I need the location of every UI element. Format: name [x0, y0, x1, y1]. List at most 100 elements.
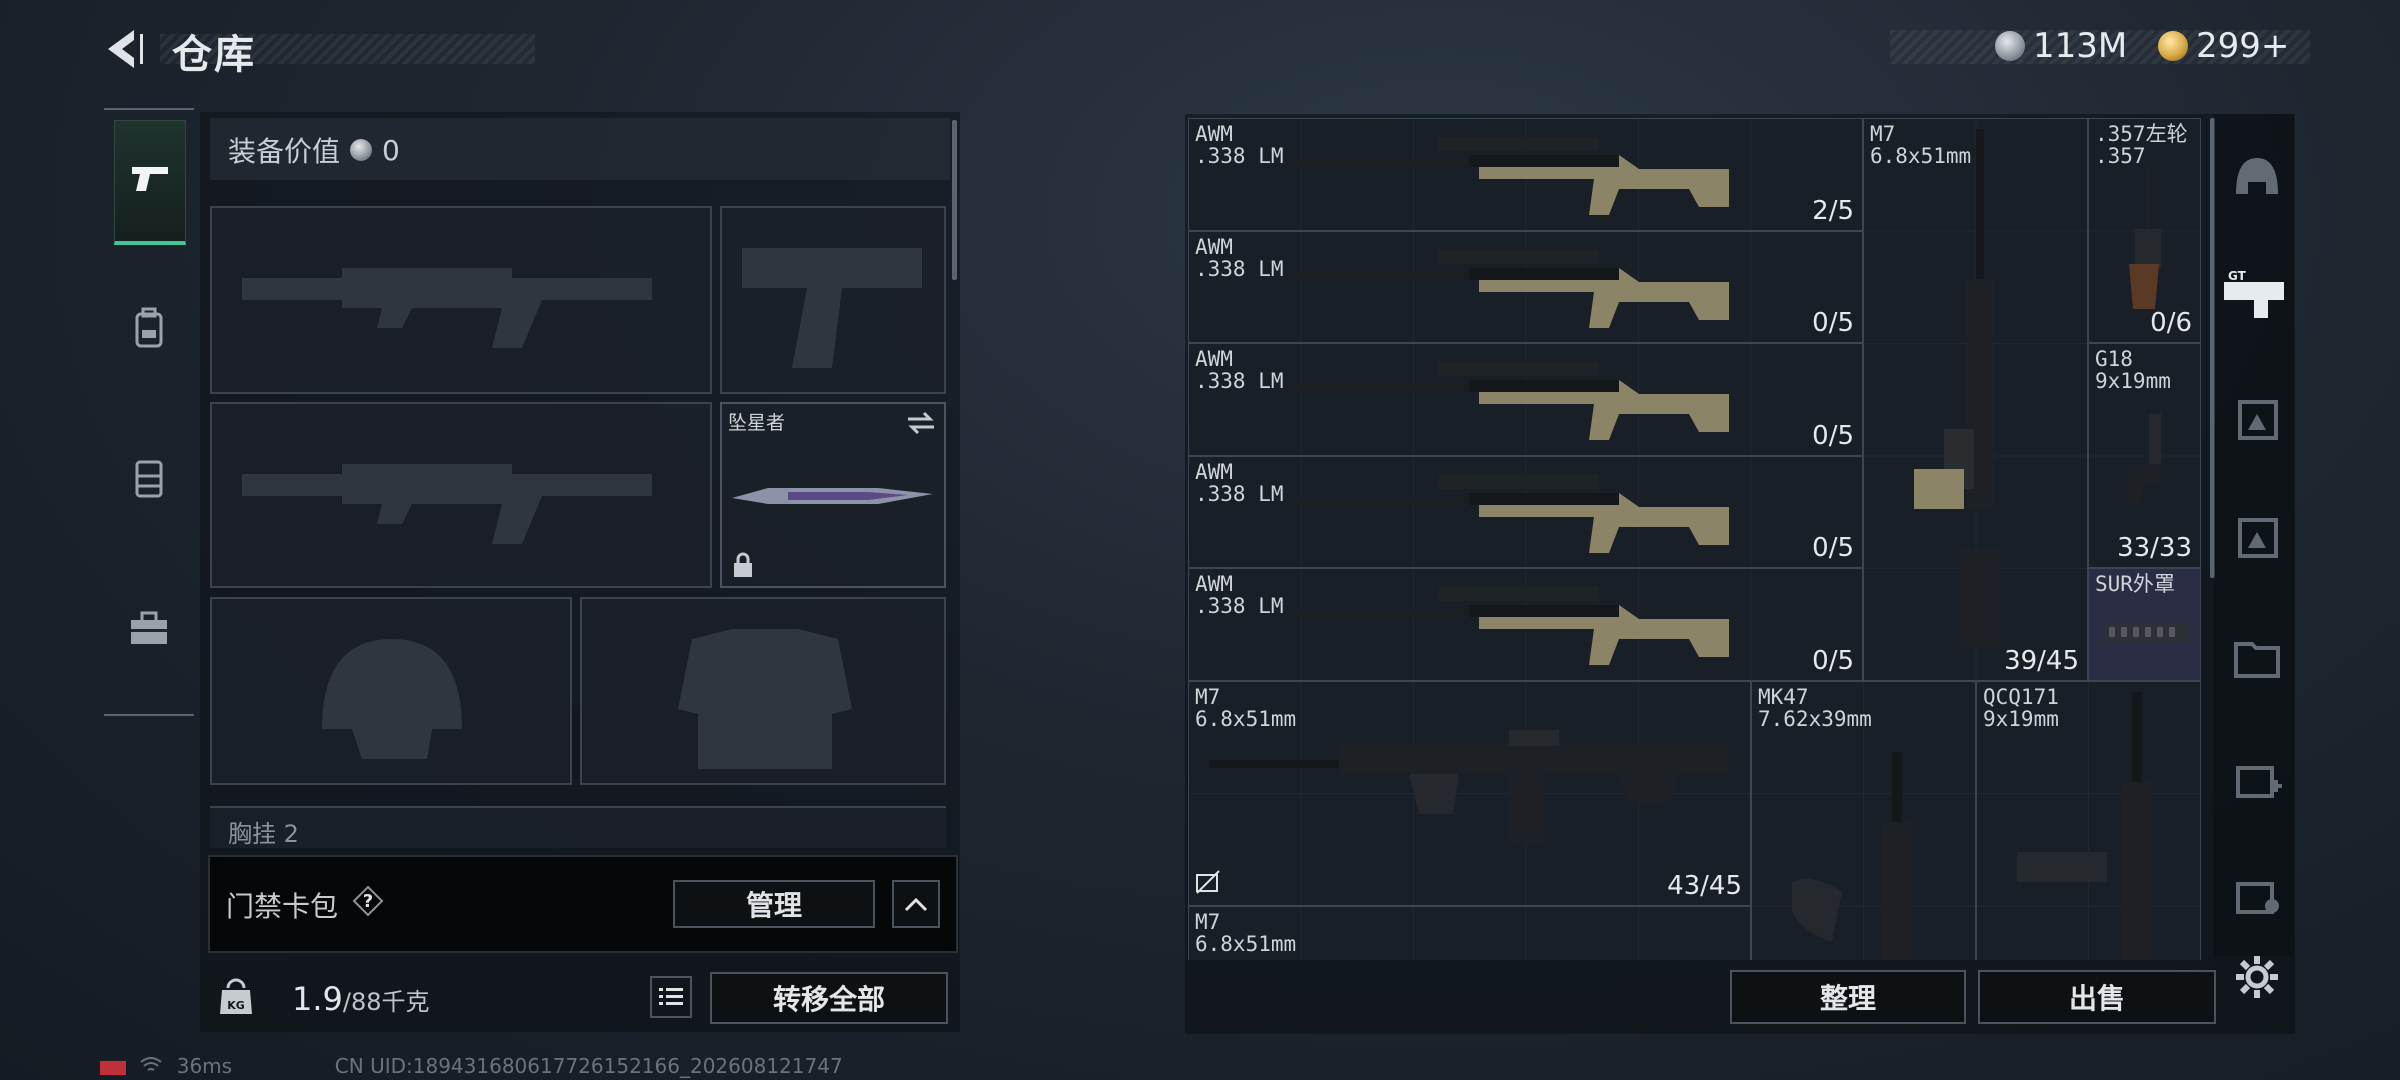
gold-coin-icon [2158, 31, 2188, 61]
item-ammo-count: 39/45 [2004, 646, 2079, 676]
silver-coin-icon [1995, 31, 2025, 61]
page-title: 仓库 [172, 32, 256, 78]
item-name: AWM .338 LM [1195, 572, 1284, 618]
carry-weight-value: 1.9 [292, 980, 343, 1018]
stash-item-awm[interactable]: AWM .338 LM 0/5 [1188, 568, 1863, 681]
rifle-silhouette-icon [242, 268, 652, 348]
collapse-button[interactable] [892, 880, 940, 928]
primary-weapon-slot[interactable] [210, 206, 712, 394]
stash-item-m7[interactable]: M7 6.8x51mm 39/45 [1863, 118, 2088, 681]
assault-rifle-icon [1209, 730, 1729, 844]
item-ammo-count: 43/45 [1667, 871, 1742, 901]
tab-toolbox[interactable] [114, 570, 184, 690]
keycard-label: 门禁卡包 [226, 890, 339, 923]
handguard-icon [2103, 623, 2189, 641]
sniper-rifle-icon [1289, 362, 1729, 440]
list-icon [659, 988, 683, 1005]
assault-rifle-icon [1914, 129, 1999, 649]
no-insure-icon [1195, 869, 1221, 899]
melee-slot[interactable]: 坠星者 [720, 402, 946, 588]
vest-icon [129, 456, 169, 504]
wifi-icon [140, 1054, 162, 1078]
pistol-silhouette-icon [742, 248, 922, 368]
item-name: G18 9x19mm [2095, 347, 2171, 393]
smg-icon [2017, 692, 2152, 960]
armor-slot[interactable] [580, 597, 946, 785]
stash-item-qcq171[interactable]: QCQ171 9x19mm [1976, 681, 2201, 960]
item-ammo-count: 0/5 [1812, 533, 1854, 563]
item-name: SUR外罩 [2095, 572, 2175, 596]
armor-filter-icon[interactable] [2230, 508, 2284, 562]
item-name: MK47 7.62x39mm [1758, 685, 1872, 731]
stash-item-g18[interactable]: G18 9x19mm 33/33 [2088, 343, 2201, 568]
currency-gold[interactable]: 299+ [2158, 26, 2289, 66]
sniper-rifle-icon [1289, 137, 1729, 215]
tab-backpack[interactable] [114, 270, 184, 390]
item-ammo-count: 2/5 [1812, 196, 1854, 226]
knife-icon [732, 488, 933, 504]
stash-item-handguard[interactable]: SUR外罩 [2088, 568, 2201, 681]
silver-coin-icon [350, 139, 373, 161]
revolver-icon [2129, 169, 2161, 309]
tab-vest[interactable] [114, 420, 184, 540]
stash-item-m7[interactable]: M7 6.8x51mm 43/45 [1188, 681, 1751, 906]
stash-item-awm[interactable]: AWM .338 LM 0/5 [1188, 343, 1863, 456]
equip-value: 装备价值 0 [228, 130, 400, 170]
back-arrow-icon[interactable] [100, 24, 150, 74]
rifle-silhouette-icon [242, 464, 652, 544]
helmet-filter-icon[interactable] [2230, 150, 2284, 204]
chevron-up-icon [904, 897, 928, 912]
list-view-button[interactable] [650, 976, 692, 1018]
misc-filter-icon[interactable] [2230, 868, 2284, 922]
ping-value: 36ms [176, 1054, 233, 1078]
stash-item-revolver[interactable]: .357左轮 .357 0/6 [2088, 118, 2201, 343]
uid-text: CN UID:18943168061772615216​6_2026081217… [334, 1054, 843, 1078]
weight-kg-icon: KG [218, 976, 254, 1020]
chest-rig-slot[interactable] [210, 806, 946, 848]
item-name: AWM .338 LM [1195, 460, 1284, 506]
transfer-all-button[interactable]: 转移全部 [710, 972, 948, 1024]
chest-rig-count: 2 [283, 820, 299, 848]
item-ammo-count: 0/5 [1812, 421, 1854, 451]
backpack-filter-icon[interactable] [2230, 390, 2284, 444]
secondary-weapon-slot[interactable] [210, 402, 712, 588]
item-name: AWM .338 LM [1195, 235, 1284, 281]
tab-weapons[interactable] [114, 120, 186, 245]
settings-gear-icon[interactable] [2230, 950, 2284, 1004]
folder-filter-icon[interactable] [2230, 630, 2284, 684]
item-ammo-count: 0/5 [1812, 646, 1854, 676]
stash-item-m7[interactable]: M7 6.8x51mm [1188, 906, 1751, 960]
equip-value-label: 装备价值 [228, 135, 341, 168]
pistol-slot[interactable] [720, 206, 946, 394]
stash-item-awm[interactable]: AWM .338 LM 2/5 [1188, 118, 1863, 231]
stash-item-awm[interactable]: AWM .338 LM 0/5 [1188, 456, 1863, 568]
weapon-filter-icon[interactable]: GT [2222, 268, 2288, 322]
silver-amount: 113M [2033, 26, 2128, 66]
help-icon[interactable]: ? [352, 885, 384, 917]
chest-rig-label: 胸挂 2 [228, 814, 299, 849]
stash-item-mk47[interactable]: MK47 7.62x39mm [1751, 681, 1976, 960]
chest-rig-label-text: 胸挂 [228, 820, 276, 848]
sort-button[interactable]: 整理 [1730, 970, 1966, 1024]
loadout-scrollbar[interactable] [952, 120, 957, 280]
pistol-icon [128, 161, 172, 201]
pistol-icon [2127, 414, 2161, 504]
manage-button[interactable]: 管理 [673, 880, 875, 928]
helmet-slot[interactable] [210, 597, 572, 785]
carry-weight: 1.9/88千克 [292, 980, 430, 1018]
kg-icon-text: KG [227, 999, 245, 1012]
carry-weight-max: /88千克 [342, 988, 430, 1016]
sniper-rifle-icon [1289, 475, 1729, 553]
item-ammo-count: 33/33 [2117, 533, 2192, 563]
backpack-icon [129, 306, 169, 354]
sell-button[interactable]: 出售 [1978, 970, 2216, 1024]
medical-filter-icon[interactable] [2230, 752, 2284, 806]
item-name: .357左轮 .357 [2095, 122, 2188, 168]
item-ammo-count: 0/6 [2150, 308, 2192, 338]
item-ammo-count: 0/5 [1812, 308, 1854, 338]
armor-silhouette-icon [678, 629, 852, 769]
stash-grid: AWM .338 LM 2/5 AWM .338 LM 0/5 AWM .338… [1188, 118, 2201, 960]
stash-item-awm[interactable]: AWM .338 LM 0/5 [1188, 231, 1863, 343]
currency-silver[interactable]: 113M [1995, 26, 2127, 66]
swap-icon[interactable] [906, 410, 936, 440]
